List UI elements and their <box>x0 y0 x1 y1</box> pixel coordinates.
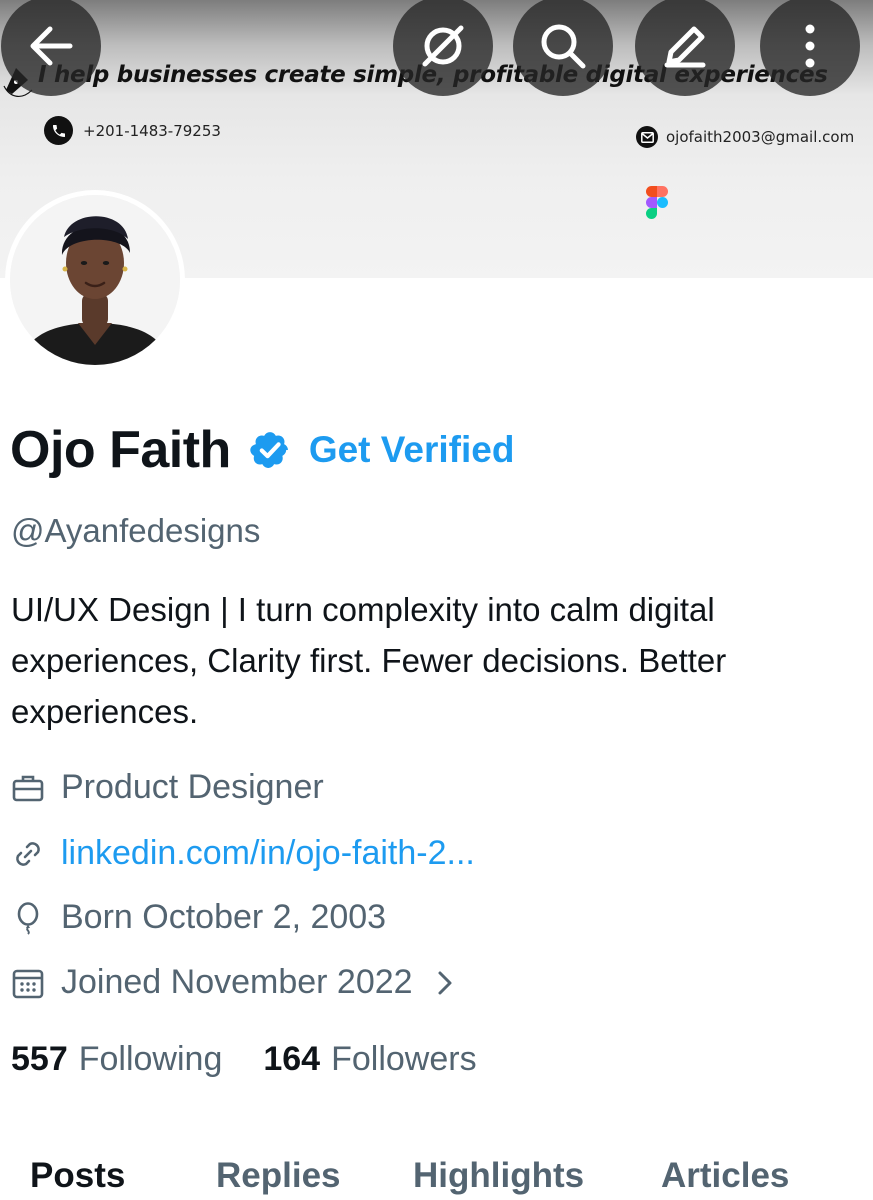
arrow-left-icon <box>30 26 73 66</box>
bio: UI/UX Design | I turn complexity into ca… <box>11 591 727 730</box>
figma-icon <box>646 186 668 219</box>
mail-icon <box>636 126 658 148</box>
phone-icon <box>44 116 73 145</box>
tab-highlights[interactable]: Highlights <box>413 1156 584 1196</box>
birth-date: Born October 2, 2003 <box>61 898 387 936</box>
followers-count: 164 <box>263 1040 321 1078</box>
banner-email: ojofaith2003@gmail.com <box>636 126 854 148</box>
balloon-icon <box>17 901 39 935</box>
joined-row[interactable]: Joined November 2022 <box>11 963 455 1002</box>
website-link[interactable]: linkedin.com/in/ojo-faith-2... <box>61 834 475 873</box>
more-button[interactable] <box>760 0 860 96</box>
calendar-icon <box>12 969 44 998</box>
follow-stats: 557 Following 164 Followers <box>11 1040 477 1079</box>
tab-posts[interactable]: Posts <box>30 1156 125 1196</box>
tab-replies[interactable]: Replies <box>216 1156 341 1196</box>
job-row: Product Designer <box>11 768 324 807</box>
chevron-right-icon <box>438 971 452 994</box>
following-count: 557 <box>11 1040 68 1078</box>
profile-tabs: Posts Replies Highlights Articles <box>0 1150 873 1200</box>
verified-badge-icon[interactable] <box>249 429 291 471</box>
avatar[interactable] <box>5 190 185 370</box>
search-icon <box>541 24 586 69</box>
pencil-icon <box>664 26 706 68</box>
link-row[interactable]: linkedin.com/in/ojo-faith-2... <box>11 834 475 873</box>
back-button[interactable] <box>1 0 101 96</box>
get-verified-link[interactable]: Get Verified <box>309 429 515 471</box>
search-button[interactable] <box>513 0 613 96</box>
grok-button[interactable] <box>393 0 493 96</box>
job-title: Product Designer <box>61 768 324 806</box>
joined-date: Joined November 2022 <box>61 963 413 1001</box>
following-link[interactable]: 557 Following <box>11 1040 222 1079</box>
username-handle: @Ayanfedesigns <box>11 512 261 549</box>
tab-articles[interactable]: Articles <box>661 1156 789 1196</box>
link-icon <box>16 841 40 866</box>
following-label: Following <box>78 1040 223 1078</box>
grok-icon <box>422 25 464 67</box>
phone-number: +201-1483-79253 <box>83 121 221 140</box>
display-name: Ojo Faith <box>10 421 231 479</box>
profile-photo <box>10 195 180 365</box>
name-row: Ojo Faith Get Verified <box>10 420 514 480</box>
banner-phone: +201-1483-79253 <box>44 116 221 145</box>
followers-label: Followers <box>331 1040 477 1078</box>
email-address: ojofaith2003@gmail.com <box>666 128 855 146</box>
followers-link[interactable]: 164 Followers <box>263 1040 476 1079</box>
more-vertical-icon <box>805 24 815 68</box>
briefcase-icon <box>12 775 44 801</box>
born-row: Born October 2, 2003 <box>11 898 386 937</box>
edit-button[interactable] <box>635 0 735 96</box>
